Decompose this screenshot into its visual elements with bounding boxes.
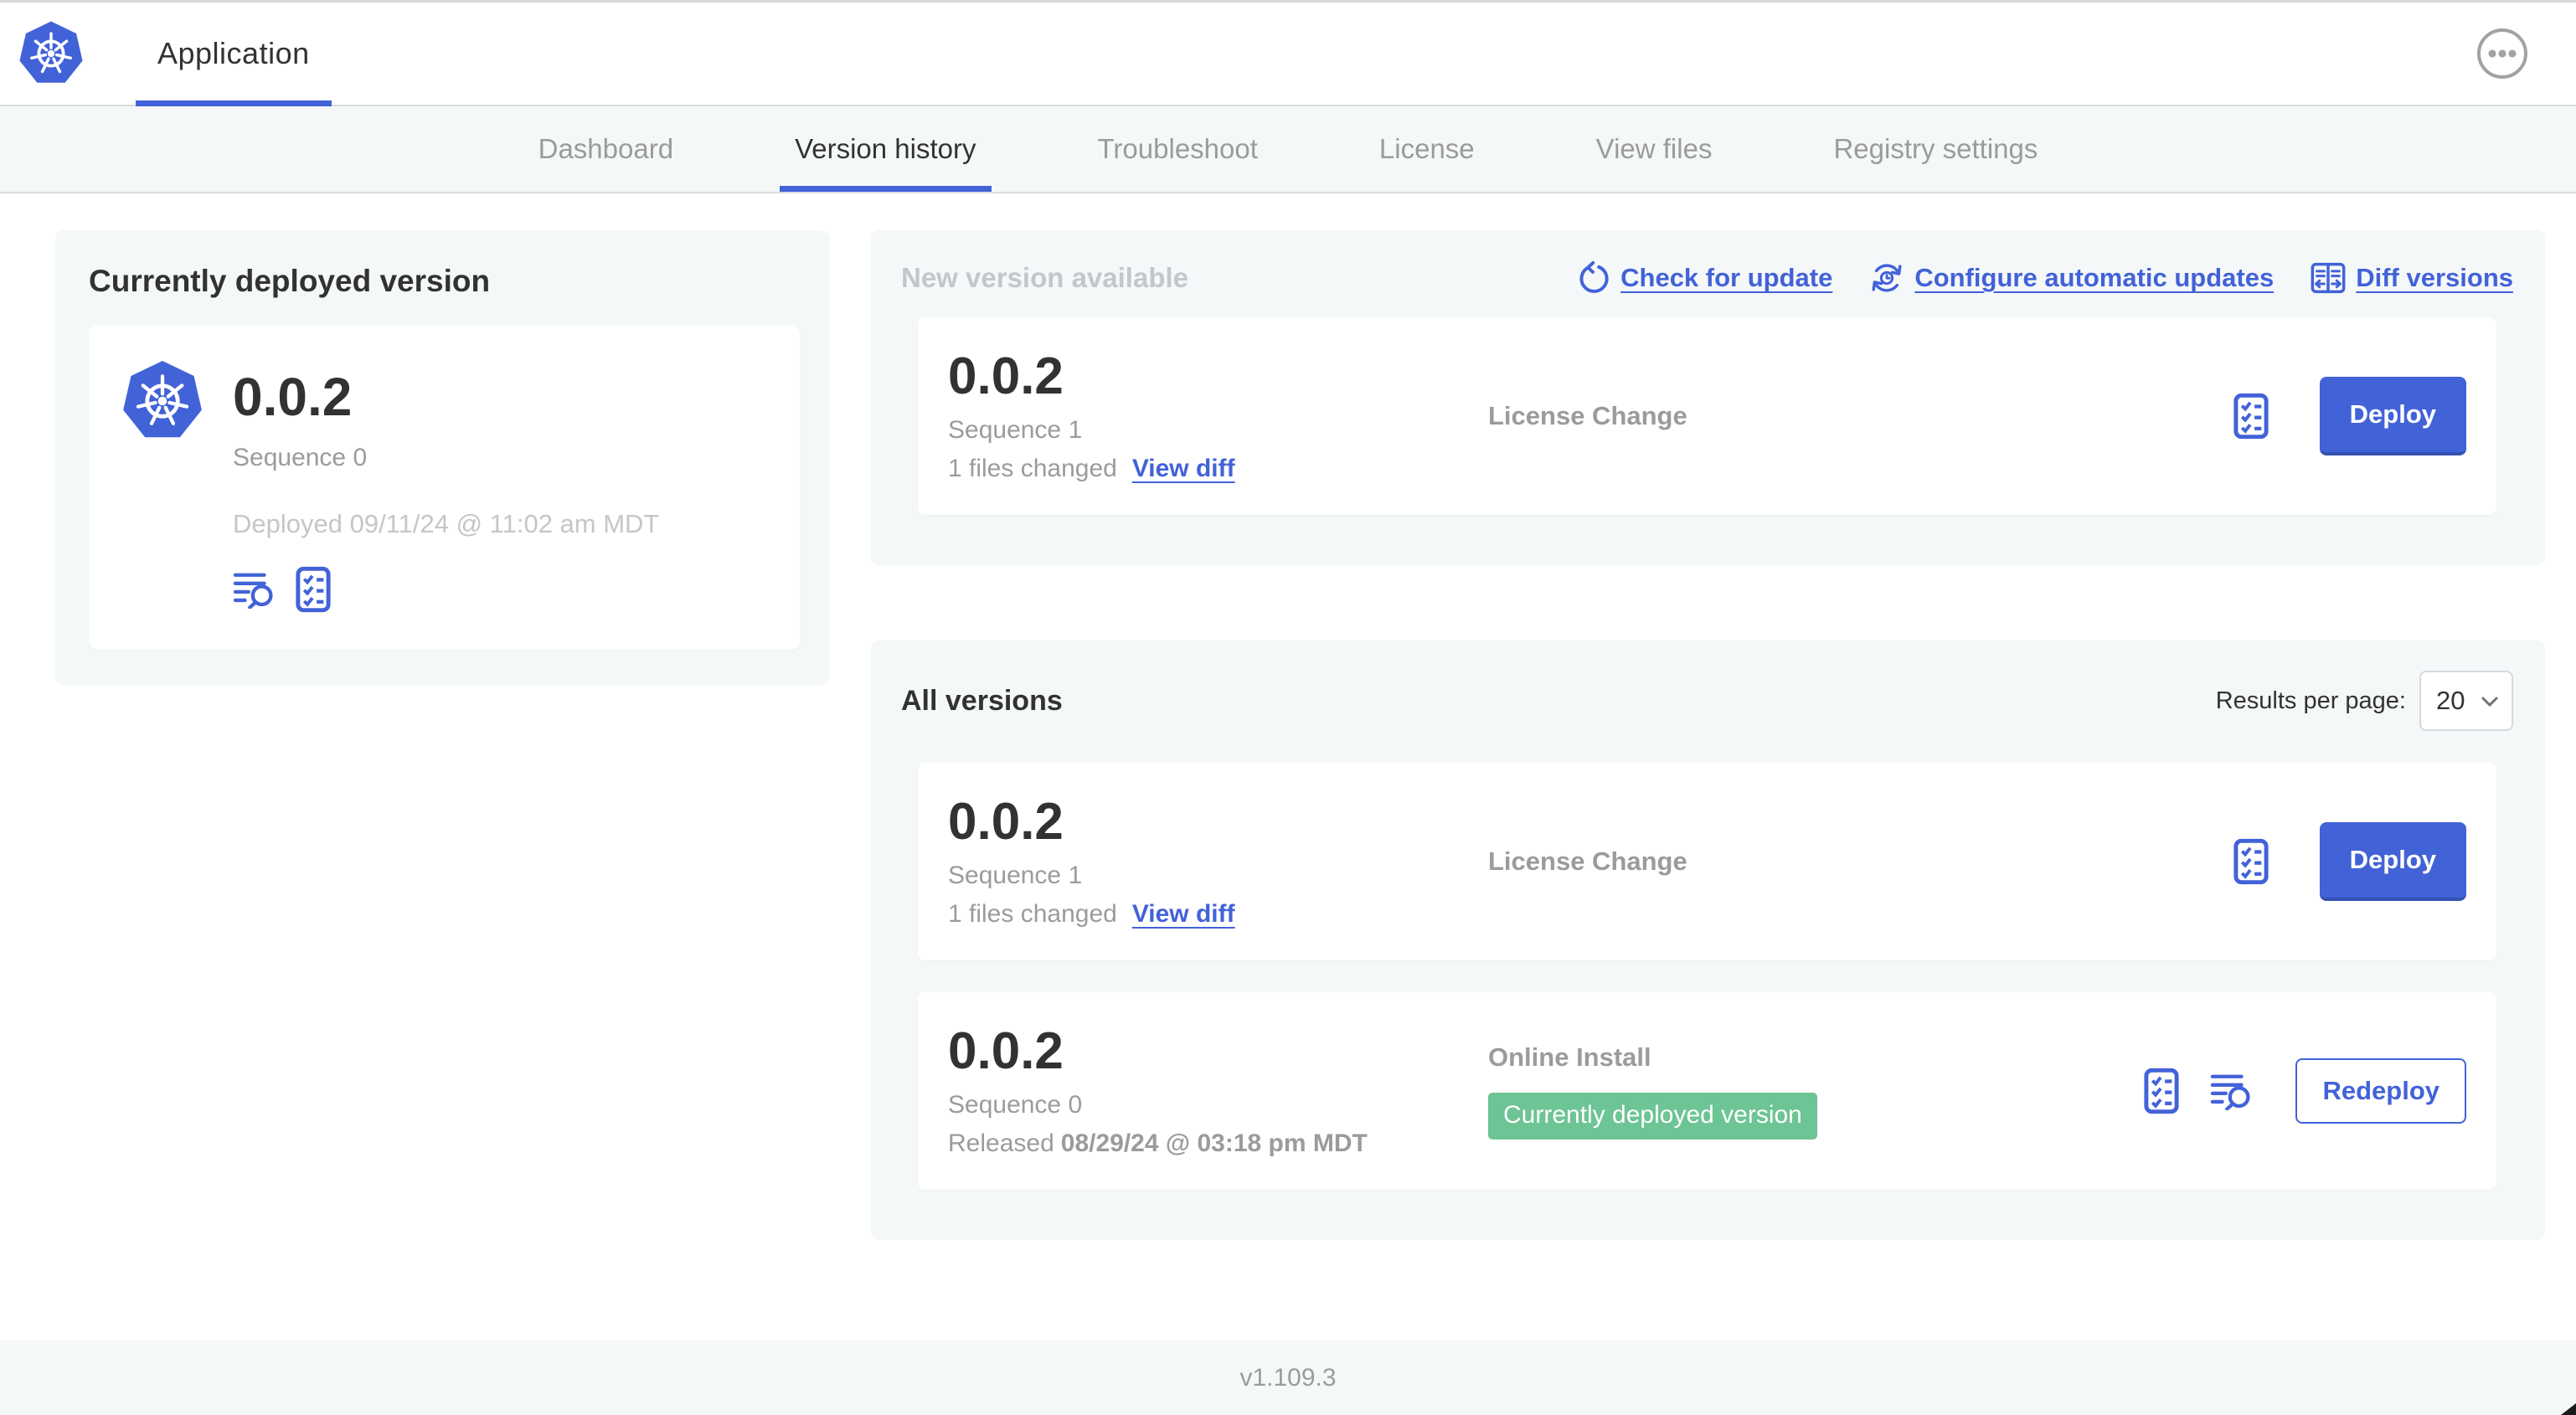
view-logs-button[interactable] bbox=[2210, 1072, 2254, 1110]
chevron-down-icon bbox=[2481, 696, 2499, 707]
view-logs-icon bbox=[233, 573, 273, 610]
preflight-checks-button[interactable] bbox=[295, 566, 332, 613]
overflow-menu-button[interactable] bbox=[2476, 27, 2529, 80]
main-content: Currently deployed version 0.0.2 Sequenc… bbox=[0, 193, 2576, 1240]
tab-troubleshoot[interactable]: Troubleshoot bbox=[1098, 106, 1258, 192]
new-version-section: New version available Check for update C… bbox=[871, 230, 2545, 565]
diff-columns-icon bbox=[2311, 262, 2346, 294]
version-sequence: Sequence 1 bbox=[948, 415, 1083, 444]
deploy-button[interactable]: Deploy bbox=[2319, 822, 2466, 901]
current-version-number: 0.0.2 bbox=[233, 367, 353, 427]
app-tab[interactable]: Application bbox=[136, 3, 332, 106]
app-footer: v1.109.3 bbox=[0, 1340, 2576, 1415]
version-source: License Change bbox=[1488, 401, 1687, 430]
refresh-icon bbox=[1579, 260, 1609, 293]
ellipsis-icon bbox=[2477, 28, 2527, 79]
kubernetes-logo-icon bbox=[18, 20, 84, 87]
diff-versions-link[interactable]: Diff versions bbox=[2311, 260, 2513, 296]
tab-license[interactable]: License bbox=[1379, 106, 1475, 192]
current-deployed-timestamp: Deployed 09/11/24 @ 11:02 am MDT bbox=[233, 509, 660, 539]
kubernetes-logo-icon bbox=[122, 359, 203, 443]
currently-deployed-badge: Currently deployed version bbox=[1488, 1093, 1817, 1140]
version-number: 0.0.2 bbox=[948, 347, 1064, 406]
app-header: Application bbox=[0, 3, 2576, 106]
view-diff-link[interactable]: View diff bbox=[1132, 455, 1235, 483]
version-source: Online Install bbox=[1488, 1042, 1651, 1072]
version-number: 0.0.2 bbox=[948, 1022, 1064, 1081]
tab-version-history[interactable]: Version history bbox=[780, 106, 992, 192]
version-source: License Change bbox=[1488, 846, 1687, 876]
version-sequence: Sequence 1 bbox=[948, 861, 1083, 889]
version-row-sequence-1: 0.0.2 Sequence 1 1 files changed View di… bbox=[918, 763, 2496, 960]
view-logs-icon bbox=[2211, 1074, 2251, 1110]
all-versions-section: All versions Results per page: 20 0.0.2 … bbox=[871, 641, 2545, 1240]
results-per-page-label: Results per page: bbox=[2215, 687, 2406, 714]
checklist-icon bbox=[2144, 1068, 2180, 1114]
released-timestamp: Released 08/29/24 @ 03:18 pm MDT bbox=[948, 1129, 1368, 1157]
preflight-checks-button[interactable] bbox=[2143, 1068, 2180, 1114]
check-for-update-link[interactable]: Check for update bbox=[1575, 260, 1832, 296]
checklist-icon bbox=[2233, 838, 2269, 885]
view-diff-link[interactable]: View diff bbox=[1132, 900, 1235, 929]
checklist-icon bbox=[296, 567, 331, 613]
console-version: v1.109.3 bbox=[1239, 1363, 1337, 1392]
app-subnav: Dashboard Version history Troubleshoot L… bbox=[0, 106, 2576, 193]
new-version-row: 0.0.2 Sequence 1 1 files changed View di… bbox=[918, 317, 2496, 515]
files-changed-text: 1 files changed bbox=[948, 899, 1117, 928]
tab-view-files[interactable]: View files bbox=[1596, 106, 1713, 192]
tab-dashboard[interactable]: Dashboard bbox=[538, 106, 673, 192]
files-changed-text: 1 files changed bbox=[948, 454, 1117, 482]
results-per-page-select[interactable]: 20 bbox=[2419, 671, 2513, 731]
version-sequence: Sequence 0 bbox=[948, 1090, 1083, 1119]
preflight-checks-button[interactable] bbox=[2233, 393, 2269, 440]
checklist-icon bbox=[2233, 393, 2269, 440]
deploy-button[interactable]: Deploy bbox=[2319, 377, 2466, 455]
redeploy-button[interactable]: Redeploy bbox=[2295, 1058, 2466, 1124]
app-title: Application bbox=[157, 36, 310, 70]
all-versions-heading: All versions bbox=[901, 684, 1063, 717]
configure-automatic-updates-link[interactable]: Configure automatic updates bbox=[1869, 260, 2274, 296]
auto-update-clock-icon bbox=[1872, 264, 1902, 292]
new-version-heading: New version available bbox=[901, 262, 1189, 293]
currently-deployed-card: 0.0.2 Sequence 0 Deployed 09/11/24 @ 11:… bbox=[89, 326, 800, 651]
current-sequence: Sequence 0 bbox=[233, 444, 368, 472]
version-number: 0.0.2 bbox=[948, 793, 1064, 852]
currently-deployed-panel: Currently deployed version 0.0.2 Sequenc… bbox=[55, 230, 830, 686]
tab-registry-settings[interactable]: Registry settings bbox=[1833, 106, 2038, 192]
active-app-underline bbox=[136, 100, 332, 106]
preflight-checks-button[interactable] bbox=[2233, 838, 2269, 885]
currently-deployed-heading: Currently deployed version bbox=[89, 264, 491, 298]
view-logs-button[interactable] bbox=[233, 570, 276, 610]
version-row-sequence-0: 0.0.2 Sequence 0 Released 08/29/24 @ 03:1… bbox=[918, 992, 2496, 1190]
